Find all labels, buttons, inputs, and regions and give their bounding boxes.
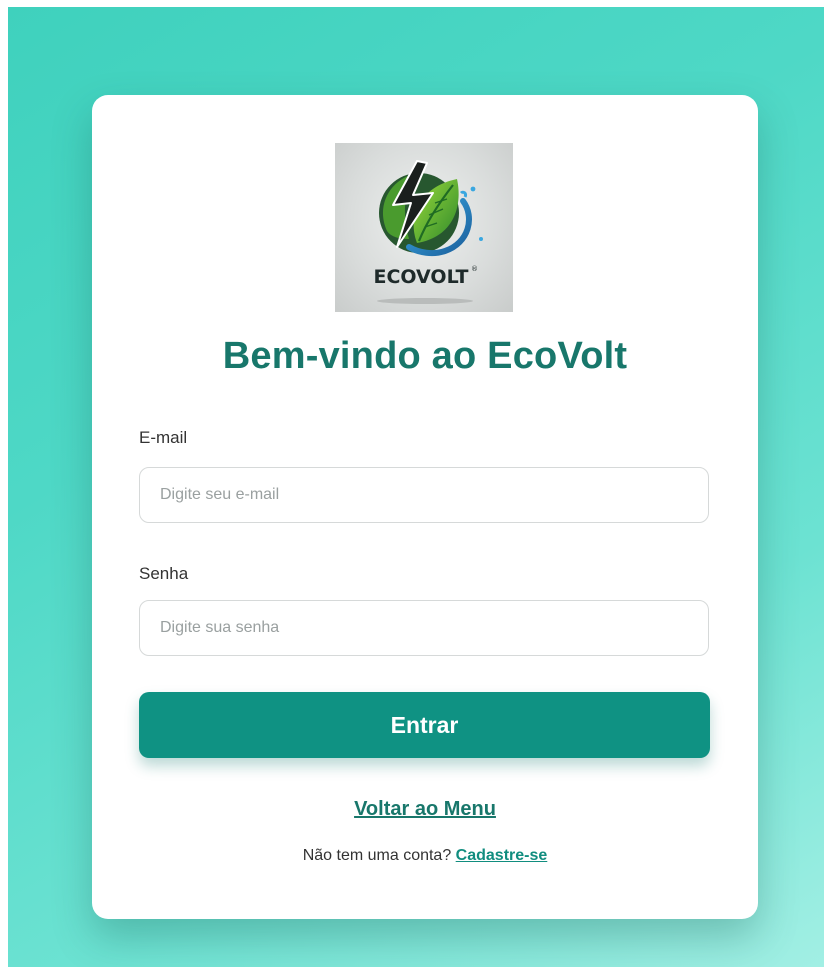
email-label: E-mail [139, 428, 188, 447]
login-button[interactable]: Entrar [139, 692, 710, 758]
ecovolt-logo: ECOVOLT ® [335, 143, 513, 312]
signup-prompt: Não tem uma conta? [302, 847, 456, 864]
logo-text: ECOVOLT [373, 266, 468, 288]
password-label: Senha [139, 564, 189, 583]
password-field[interactable] [139, 600, 709, 656]
leaf-lightning-globe-icon: ECOVOLT ® [373, 160, 483, 304]
email-field[interactable] [139, 467, 709, 523]
login-card: ECOVOLT ® Bem-vindo ao EcoVolt E-mail Se… [92, 95, 758, 919]
logo-registered-mark: ® [471, 265, 478, 273]
page-title: Bem-vindo ao EcoVolt [222, 335, 628, 377]
back-to-menu-link[interactable]: Voltar ao Menu [92, 798, 758, 821]
signup-row: Não tem uma conta? Cadastre-se [92, 847, 758, 865]
signup-link[interactable]: Cadastre-se [456, 847, 548, 864]
